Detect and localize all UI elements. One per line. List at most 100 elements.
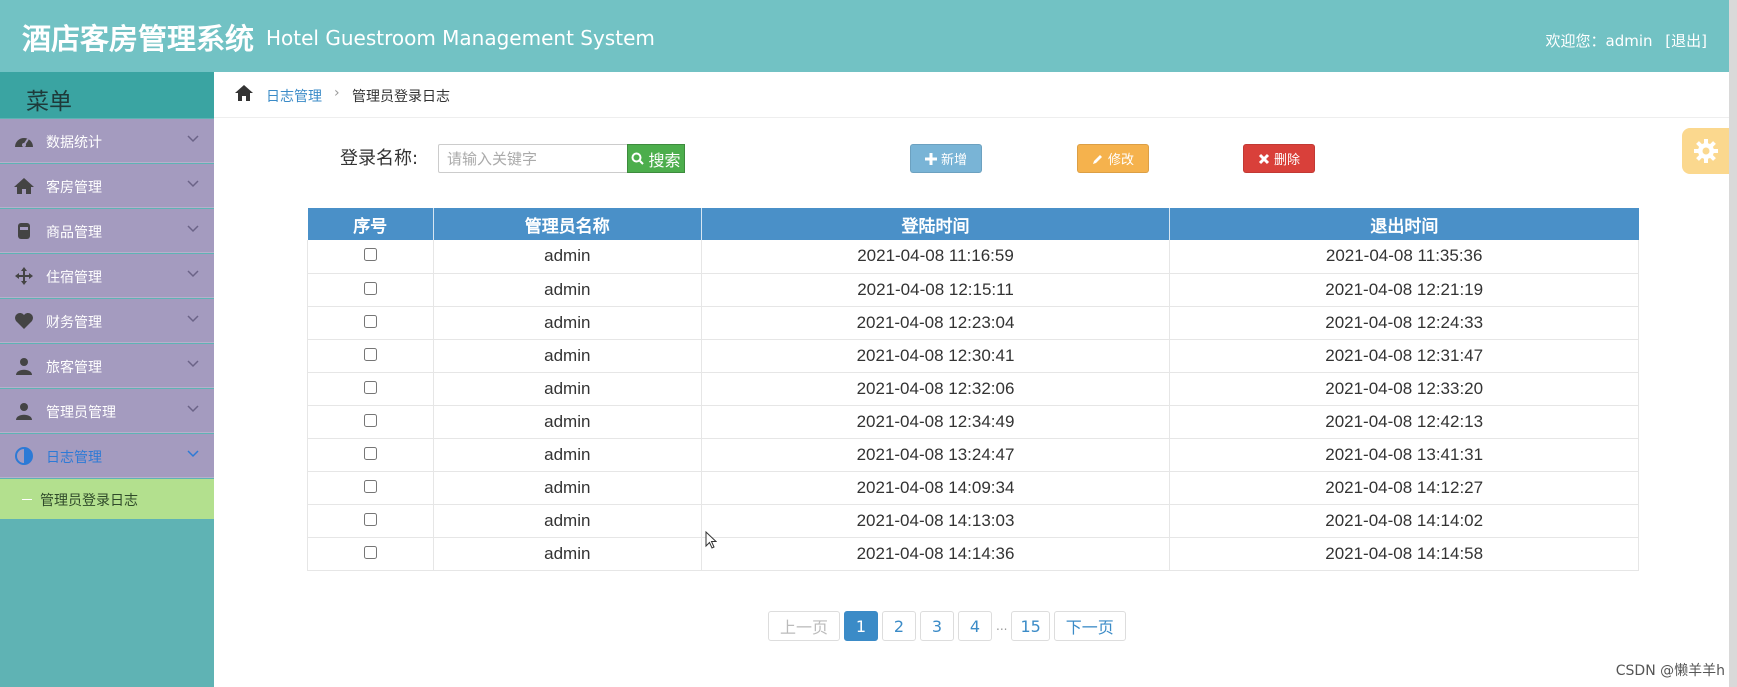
pencil-icon [1092,154,1102,164]
table-row[interactable]: admin 2021-04-08 12:23:04 2021-04-08 12:… [307,306,1639,340]
prev-page-button[interactable]: 上一页 [768,611,840,641]
page-button-4[interactable]: 4 [958,611,992,641]
column-header-seq[interactable]: 序号 [307,208,434,240]
sidebar-subitem-admin-login-log[interactable]: 管理员登录日志 [0,479,214,519]
tree-connector [22,499,32,500]
admin-name-cell: admin [433,405,702,439]
admin-name-cell: admin [433,537,702,571]
table-row[interactable]: admin 2021-04-08 12:32:06 2021-04-08 12:… [307,372,1639,406]
column-header-login-time[interactable]: 登陆时间 [701,208,1171,240]
next-page-button[interactable]: 下一页 [1053,611,1126,641]
sidebar-item-statistics[interactable]: 数据统计 [0,119,214,163]
edit-button-label: 修改 [1107,153,1134,168]
chevron-down-icon [187,450,199,458]
table-row[interactable]: admin 2021-04-08 13:24:47 2021-04-08 13:… [307,438,1639,472]
login-time-cell: 2021-04-08 12:30:41 [701,339,1171,373]
admin-name-cell: admin [433,438,702,472]
sidebar-item-travelers[interactable]: 旅客管理 [0,344,214,388]
search-label: 登录名称: [340,148,419,169]
chevron-down-icon [187,135,199,143]
column-header-admin-name[interactable]: 管理员名称 [433,208,702,240]
table-row[interactable]: admin 2021-04-08 12:30:41 2021-04-08 12:… [307,339,1639,373]
sidebar-item-rooms[interactable]: 客房管理 [0,164,214,208]
login-time-cell: 2021-04-08 13:24:47 [701,438,1171,472]
table-row[interactable]: admin 2021-04-08 14:09:34 2021-04-08 14:… [307,471,1639,505]
row-select-cell [307,504,434,538]
row-checkbox[interactable] [363,281,377,295]
row-checkbox[interactable] [363,479,377,493]
contrast-icon [15,447,33,465]
row-checkbox[interactable] [363,545,377,559]
table-row[interactable]: admin 2021-04-08 14:14:36 2021-04-08 14:… [307,537,1639,571]
row-checkbox[interactable] [363,347,377,361]
search-icon [631,152,645,165]
settings-tab[interactable] [1682,128,1729,174]
logout-link[interactable]: [退出] [1665,32,1707,50]
pagination: 上一页 1 2 3 4 ... 15 下一页 [768,611,1130,641]
table-row[interactable]: admin 2021-04-08 12:34:49 2021-04-08 12:… [307,405,1639,439]
page-button-1[interactable]: 1 [844,611,878,641]
row-select-cell [307,306,434,340]
home-icon[interactable] [234,84,254,102]
log-table-container: 序号 管理员名称 登陆时间 退出时间 admin 2021-04-08 11:1… [307,208,1639,571]
move-icon [15,267,33,285]
row-checkbox[interactable] [363,512,377,526]
sidebar-item-finance[interactable]: 财务管理 [0,299,214,343]
delete-button[interactable]: 删除 [1243,144,1315,173]
row-select-cell [307,273,434,307]
chevron-down-icon [187,405,199,413]
row-select-cell [307,471,434,505]
user-icon [16,403,32,420]
admin-name-cell: admin [433,504,702,538]
table-row[interactable]: admin 2021-04-08 14:13:03 2021-04-08 14:… [307,504,1639,538]
mouse-cursor-icon [705,531,717,549]
page-button-last[interactable]: 15 [1011,611,1050,641]
breadcrumb-link[interactable]: 日志管理 [266,86,322,106]
menu-title-label: 菜单 [26,89,72,115]
row-checkbox[interactable] [363,248,377,262]
menu-title: 菜单 [0,72,214,118]
app-title-en: Hotel Guestroom Management System [266,26,655,50]
login-time-cell: 2021-04-08 14:09:34 [701,471,1171,505]
row-checkbox[interactable] [363,446,377,460]
sidebar-item-label: 商品管理 [46,225,102,241]
breadcrumb: 日志管理 › 管理员登录日志 [214,72,1729,118]
window-scrollbar[interactable] [1729,0,1737,687]
user-area: 欢迎您：admin [退出] [1538,30,1708,51]
login-time-cell: 2021-04-08 12:15:11 [701,273,1171,307]
search-button[interactable]: 搜索 [627,144,685,173]
logout-time-cell: 2021-04-08 12:42:13 [1169,405,1639,439]
dashboard-icon [15,138,33,147]
chevron-down-icon [187,360,199,368]
breadcrumb-separator: › [334,85,340,101]
login-time-cell: 2021-04-08 14:14:36 [701,537,1171,571]
table-row[interactable]: admin 2021-04-08 12:15:11 2021-04-08 12:… [307,273,1639,307]
logout-time-cell: 2021-04-08 14:14:02 [1169,504,1639,538]
delete-button-label: 删除 [1273,153,1300,168]
sidebar-item-admins[interactable]: 管理员管理 [0,389,214,433]
row-checkbox[interactable] [363,380,377,394]
admin-name-cell: admin [433,471,702,505]
row-checkbox[interactable] [363,413,377,427]
logout-time-cell: 2021-04-08 12:24:33 [1169,306,1639,340]
page-button-3[interactable]: 3 [920,611,954,641]
watermark: CSDN @懒羊羊h [1615,663,1725,679]
pagination-ellipsis: ... [996,619,1008,633]
welcome-text: 欢迎您：admin [1545,32,1653,50]
login-time-cell: 2021-04-08 12:32:06 [701,372,1171,406]
edit-button[interactable]: 修改 [1077,144,1149,173]
home-icon [14,178,34,194]
column-header-logout-time[interactable]: 退出时间 [1169,208,1639,240]
page-button-2[interactable]: 2 [882,611,916,641]
breadcrumb-current: 管理员登录日志 [352,89,450,105]
sidebar: 菜单 数据统计 客房管理 商品管理 住宿管理 财务管理 旅客管理 管理员管理 日… [0,72,214,687]
search-input[interactable] [438,144,628,173]
sidebar-item-logs[interactable]: 日志管理 [0,434,214,478]
sidebar-item-lodging[interactable]: 住宿管理 [0,254,214,298]
logout-time-cell: 2021-04-08 11:35:36 [1169,240,1639,274]
row-select-cell [307,339,434,373]
row-checkbox[interactable] [363,314,377,328]
sidebar-item-goods[interactable]: 商品管理 [0,209,214,253]
add-button[interactable]: 新增 [910,144,982,173]
table-row[interactable]: admin 2021-04-08 11:16:59 2021-04-08 11:… [307,240,1639,274]
